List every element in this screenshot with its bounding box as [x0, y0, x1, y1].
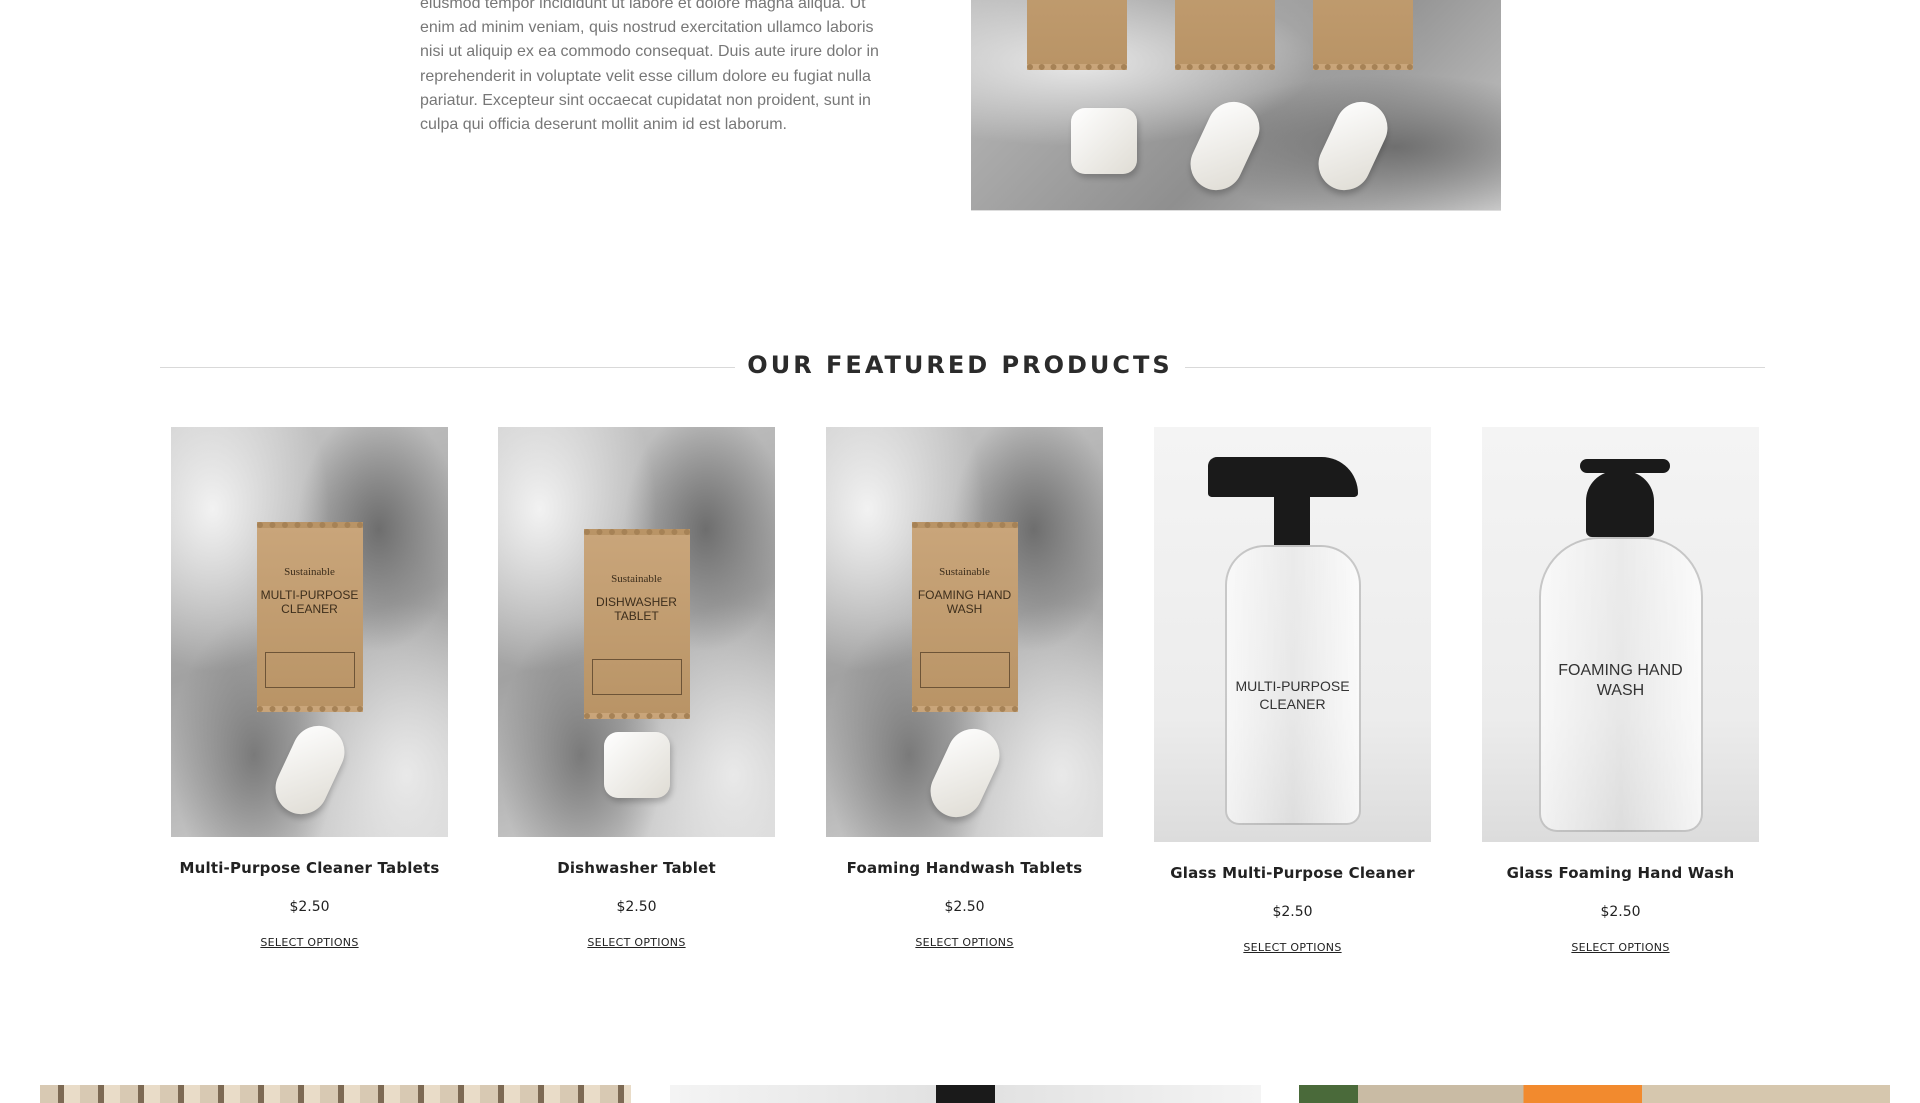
product-price: $2.50 — [944, 899, 985, 915]
select-options-link[interactable]: SELECT OPTIONS — [915, 936, 1013, 949]
product-price: $2.50 — [1272, 904, 1313, 920]
category-banner-image[interactable] — [40, 1085, 631, 1103]
tablet-image — [266, 717, 353, 823]
product-price: $2.50 — [1600, 904, 1641, 920]
select-options-link[interactable]: SELECT OPTIONS — [260, 936, 358, 949]
product-image[interactable]: Sustainable FOAMING HAND WASH — [826, 427, 1103, 837]
product-name[interactable]: Dishwasher Tablet — [498, 859, 775, 877]
select-options-link[interactable]: SELECT OPTIONS — [1571, 941, 1669, 954]
category-banner-image[interactable] — [670, 1085, 1261, 1103]
pack-info-box — [591, 659, 682, 695]
tablet-image — [1309, 93, 1396, 199]
product-name[interactable]: Multi-Purpose Cleaner Tablets — [171, 859, 448, 877]
select-options-link[interactable]: SELECT OPTIONS — [1243, 941, 1341, 954]
product-image[interactable]: Sustainable MULTI-PURPOSE CLEANER — [171, 427, 448, 837]
bottle-image: FOAMING HAND WASH — [1538, 537, 1703, 832]
pump-head — [1586, 471, 1654, 537]
category-banner-image[interactable] — [1299, 1085, 1890, 1103]
select-options-link[interactable]: SELECT OPTIONS — [587, 936, 685, 949]
hero-product-image — [971, 0, 1501, 211]
pack-brand: Sustainable — [284, 566, 335, 578]
pack-label: DISHWASHER TABLET — [596, 595, 677, 623]
pack-label: MULTI-PURPOSE CLEANER — [260, 588, 359, 616]
product-name[interactable]: Glass Foaming Hand Wash — [1482, 864, 1759, 882]
product-card: FOAMING HAND WASH Glass Foaming Hand Was… — [1482, 427, 1759, 956]
pouch-image — [1027, 0, 1127, 70]
sprayer-neck — [1274, 495, 1310, 545]
product-image[interactable]: FOAMING HAND WASH — [1482, 427, 1759, 842]
product-card: MULTI-PURPOSE CLEANER Glass Multi-Purpos… — [1154, 427, 1431, 956]
product-card: Sustainable FOAMING HAND WASH Foaming Ha… — [826, 427, 1103, 951]
tablet-image — [921, 720, 1008, 826]
product-card: Sustainable MULTI-PURPOSE CLEANER Multi-… — [171, 427, 448, 951]
tablet-image — [1182, 93, 1269, 199]
pouch-image — [1313, 0, 1414, 70]
pack-info-box — [919, 652, 1010, 688]
intro-paragraph: eiusmod tempor incididunt ut labore et d… — [420, 0, 879, 134]
pack-info-box — [264, 652, 355, 688]
pouch-image: Sustainable DISHWASHER TABLET — [583, 529, 690, 719]
pouch-image — [1175, 0, 1276, 70]
tablet-image — [603, 732, 670, 798]
product-image[interactable]: Sustainable DISHWASHER TABLET — [498, 427, 775, 837]
product-name[interactable]: Glass Multi-Purpose Cleaner — [1154, 864, 1431, 882]
tablet-image — [1070, 108, 1137, 174]
product-price: $2.50 — [289, 899, 330, 915]
product-name[interactable]: Foaming Handwash Tablets — [826, 859, 1103, 877]
section-title: OUR FEATURED PRODUCTS — [0, 351, 1920, 379]
bottle-label: FOAMING HAND WASH — [1558, 662, 1683, 699]
pack-label: FOAMING HAND WASH — [917, 588, 1012, 616]
pack-brand: Sustainable — [939, 566, 990, 578]
product-price: $2.50 — [616, 899, 657, 915]
product-image[interactable]: MULTI-PURPOSE CLEANER — [1154, 427, 1431, 842]
pack-brand: Sustainable — [611, 573, 662, 585]
sprayer-head — [1208, 457, 1358, 497]
pouch-image: Sustainable MULTI-PURPOSE CLEANER — [256, 522, 363, 712]
product-card: Sustainable DISHWASHER TABLET Dishwasher… — [498, 427, 775, 951]
bottle-label: MULTI-PURPOSE CLEANER — [1235, 678, 1350, 712]
bottle-image: MULTI-PURPOSE CLEANER — [1224, 545, 1361, 825]
pouch-image: Sustainable FOAMING HAND WASH — [911, 522, 1018, 712]
